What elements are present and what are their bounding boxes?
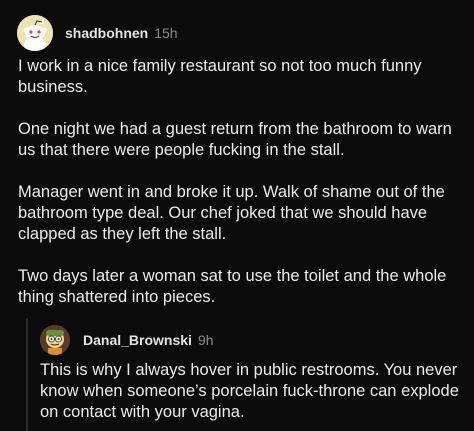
thread-line[interactable] — [26, 318, 28, 431]
comment-paragraph-1: I work in a nice family restaurant so no… — [18, 57, 422, 96]
comment-timestamp: 15h — [154, 25, 178, 41]
comment-paragraph-3: Manager went in and broke it up. Walk of… — [18, 183, 445, 243]
reply-header: Danal_Brownski 9h — [40, 324, 214, 356]
comment-username[interactable]: shadbohnen — [65, 25, 148, 41]
comment-paragraph-4: Two days later a woman sat to use the to… — [18, 267, 447, 306]
comment-paragraph-2: One night we had a guest return from the… — [18, 120, 452, 159]
snoo-avatar-icon[interactable] — [17, 15, 53, 51]
reply-username[interactable]: Danal_Brownski — [83, 332, 192, 348]
character-avatar-icon[interactable] — [40, 325, 70, 355]
reply-timestamp: 9h — [197, 332, 214, 348]
reply-text: This is why I always hover in public res… — [40, 361, 459, 421]
comment-header: shadbohnen 15h — [17, 14, 178, 52]
